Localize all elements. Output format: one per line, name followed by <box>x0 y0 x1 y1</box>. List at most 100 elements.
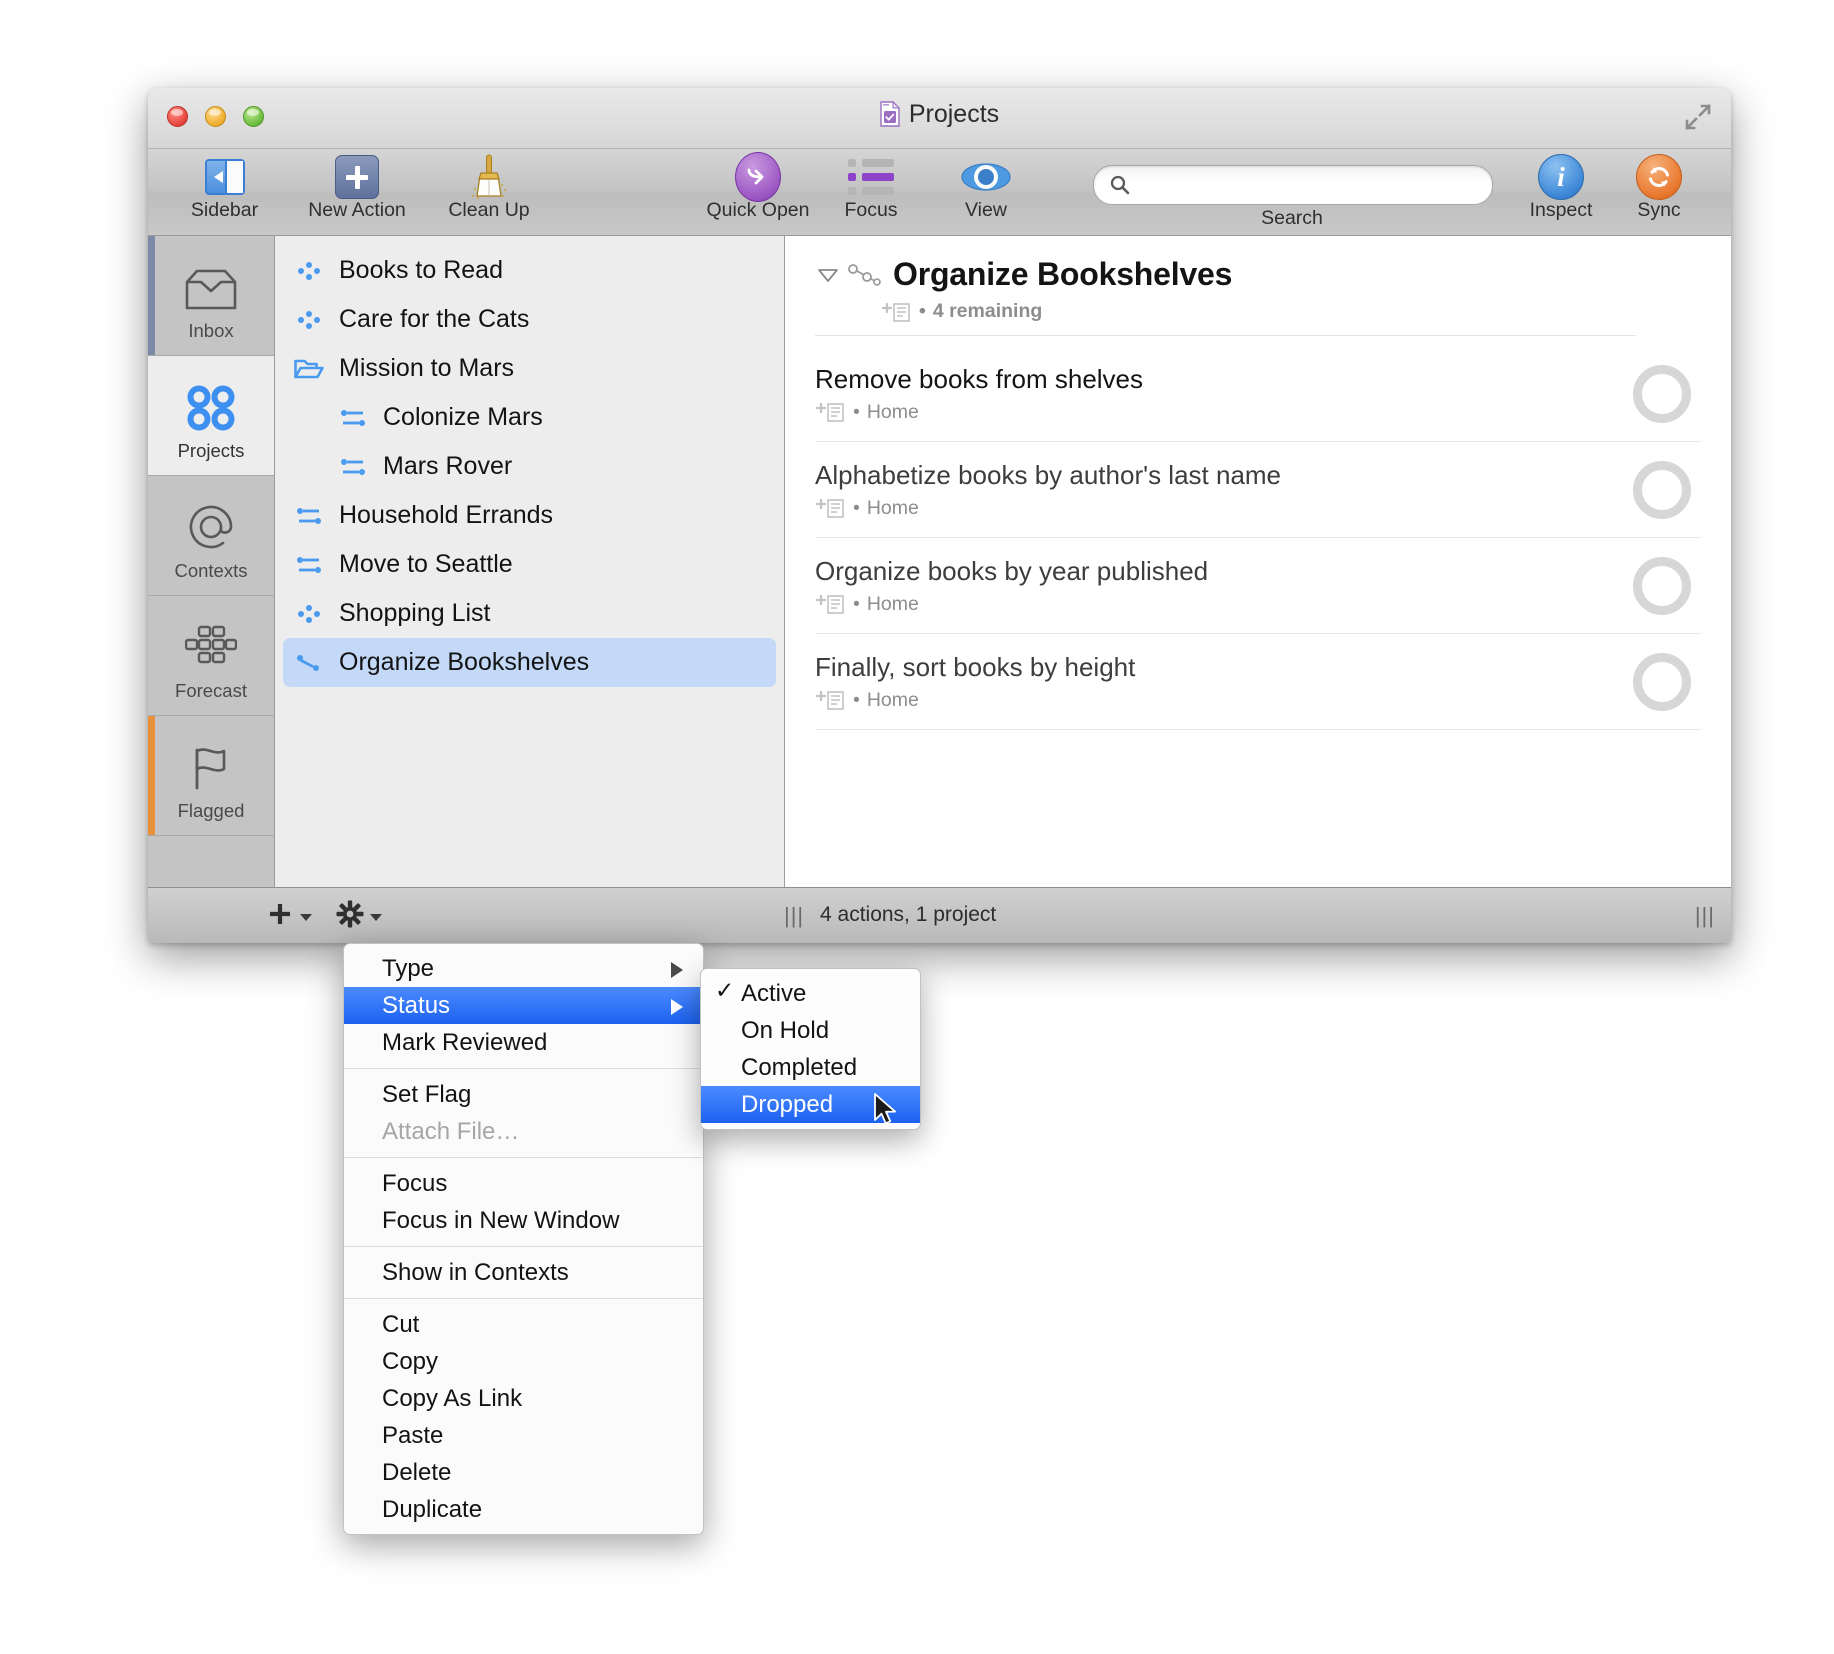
sidebar-item-projects[interactable]: Projects <box>148 356 274 476</box>
context-menu: Type Status Mark Reviewed Set Flag Attac… <box>343 943 704 1535</box>
perspective-sidebar: Inbox Projects Contexts Forecast Flagged <box>148 236 275 888</box>
table-row[interactable]: Organize books by year published • Home <box>815 538 1701 634</box>
list-item-label: Books to Read <box>339 256 503 284</box>
menu-item-duplicate[interactable]: Duplicate <box>344 1491 703 1528</box>
list-item-label: Mission to Mars <box>339 354 515 382</box>
table-row[interactable]: Remove books from shelves • Home <box>815 346 1701 442</box>
gear-button[interactable] <box>336 900 382 928</box>
sync-refresh-icon <box>1603 153 1715 201</box>
menu-item-label: Delete <box>382 1458 452 1486</box>
menu-item-copy-as-link[interactable]: Copy As Link <box>344 1380 703 1417</box>
toolbar-button-clean-up[interactable]: Clean Up <box>427 153 551 222</box>
toolbar: Sidebar New Action Clean Up Quick Open F… <box>148 149 1731 236</box>
task-context: Home <box>866 496 919 519</box>
task-name: Organize books by year published <box>815 555 1209 586</box>
search-input[interactable] <box>1140 166 1480 206</box>
sidebar-item-contexts[interactable]: Contexts <box>148 476 274 596</box>
menu-item-cut[interactable]: Cut <box>344 1306 703 1343</box>
list-item[interactable]: Mars Rover <box>283 442 776 491</box>
task-meta: • Home <box>815 497 1633 520</box>
pane-resize-grip-left[interactable]: ||| <box>784 905 804 927</box>
menu-item-set-flag[interactable]: Set Flag <box>344 1076 703 1113</box>
toolbar-button-sync[interactable]: Sync <box>1603 153 1715 222</box>
add-note-icon[interactable] <box>815 497 845 519</box>
list-item-label: Mars Rover <box>383 452 513 480</box>
toolbar-button-sidebar[interactable]: Sidebar <box>162 153 287 222</box>
menu-item-copy[interactable]: Copy <box>344 1343 703 1380</box>
submenu-item-completed[interactable]: Completed <box>701 1049 920 1086</box>
task-checkbox[interactable] <box>1633 460 1691 519</box>
task-checkbox[interactable] <box>1633 652 1691 711</box>
disclosure-triangle-icon[interactable] <box>815 262 841 288</box>
toolbar-label-clean-up: Clean Up <box>448 199 530 221</box>
add-note-icon[interactable] <box>815 689 845 711</box>
table-row[interactable]: Finally, sort books by height • Home <box>815 634 1701 730</box>
submenu-item-active[interactable]: ✓ Active <box>701 975 920 1012</box>
content-pane: Organize Bookshelves • 4 remaining Remov… <box>785 236 1731 888</box>
menu-item-label: Show in Contexts <box>382 1258 569 1286</box>
parallel-project-icon <box>293 260 325 282</box>
table-row[interactable]: Alphabetize books by author's last name … <box>815 442 1701 538</box>
pane-resize-grip-right[interactable]: ||| <box>1695 905 1715 927</box>
menu-item-focus[interactable]: Focus <box>344 1165 703 1202</box>
toolbar-button-focus[interactable]: Focus <box>823 153 919 222</box>
focus-list-icon <box>823 153 919 201</box>
project-list: Books to Read Care for the Cats Mission … <box>275 236 785 888</box>
add-button[interactable] <box>266 900 312 928</box>
search-field[interactable] <box>1093 165 1493 206</box>
task-checkbox[interactable] <box>1633 364 1691 423</box>
meta-separator: • <box>853 688 860 711</box>
list-item-selected[interactable]: Organize Bookshelves <box>283 638 776 687</box>
menu-item-type[interactable]: Type <box>344 950 703 987</box>
list-item[interactable]: Shopping List <box>283 589 776 638</box>
sidebar-item-inbox[interactable]: Inbox <box>148 236 274 356</box>
menu-item-delete[interactable]: Delete <box>344 1454 703 1491</box>
project-header: Organize Bookshelves • 4 remaining <box>815 236 1636 346</box>
broom-icon <box>427 153 551 201</box>
chevron-down-icon <box>300 913 312 921</box>
toolbar-button-new-action[interactable]: New Action <box>287 153 427 222</box>
menu-item-label: Status <box>382 991 451 1019</box>
list-item-folder[interactable]: Mission to Mars <box>283 344 776 393</box>
page-title: Organize Bookshelves <box>893 256 1233 292</box>
toolbar-button-view[interactable]: View <box>938 153 1034 222</box>
list-item-label: Organize Bookshelves <box>339 648 590 676</box>
add-note-icon[interactable] <box>815 593 845 615</box>
sidebar-item-forecast[interactable]: Forecast <box>148 596 274 716</box>
list-item[interactable]: Books to Read <box>283 246 776 295</box>
list-item[interactable]: Care for the Cats <box>283 295 776 344</box>
task-context: Home <box>866 688 919 711</box>
menu-item-label: Duplicate <box>382 1495 483 1523</box>
menu-item-mark-reviewed[interactable]: Mark Reviewed <box>344 1024 703 1061</box>
list-item[interactable]: Colonize Mars <box>283 393 776 442</box>
chevron-down-icon <box>370 913 382 921</box>
meta-separator: • <box>853 592 860 615</box>
submenu-item-label: Dropped <box>741 1090 834 1118</box>
at-sign-icon <box>185 490 237 552</box>
menu-item-focus-in-new-window[interactable]: Focus in New Window <box>344 1202 703 1239</box>
sequential-project-icon <box>293 554 325 576</box>
add-note-icon[interactable] <box>815 401 845 423</box>
menu-item-label: Type <box>382 954 435 982</box>
list-item[interactable]: Household Errands <box>283 491 776 540</box>
list-item-label: Household Errands <box>339 501 554 529</box>
fullscreen-icon[interactable] <box>1683 102 1713 132</box>
menu-separator <box>344 1246 703 1247</box>
submenu-item-on-hold[interactable]: On Hold <box>701 1012 920 1049</box>
toolbar-label-sync: Sync <box>1637 199 1681 221</box>
task-name: Finally, sort books by height <box>815 651 1136 682</box>
add-note-icon[interactable] <box>881 301 911 323</box>
sidebar-item-flagged[interactable]: Flagged <box>148 716 274 836</box>
menu-item-paste[interactable]: Paste <box>344 1417 703 1454</box>
list-item-label: Move to Seattle <box>339 550 513 578</box>
toolbar-label-new-action: New Action <box>308 199 406 221</box>
list-item[interactable]: Move to Seattle <box>283 540 776 589</box>
list-item-label: Care for the Cats <box>339 305 530 333</box>
menu-item-label: Set Flag <box>382 1080 472 1108</box>
menu-item-status[interactable]: Status <box>344 987 703 1024</box>
task-checkbox[interactable] <box>1633 556 1691 615</box>
meta-separator: • <box>853 400 860 423</box>
toolbar-button-quick-open[interactable]: Quick Open <box>693 152 823 222</box>
inbox-tray-icon <box>183 250 239 312</box>
menu-item-show-in-contexts[interactable]: Show in Contexts <box>344 1254 703 1291</box>
